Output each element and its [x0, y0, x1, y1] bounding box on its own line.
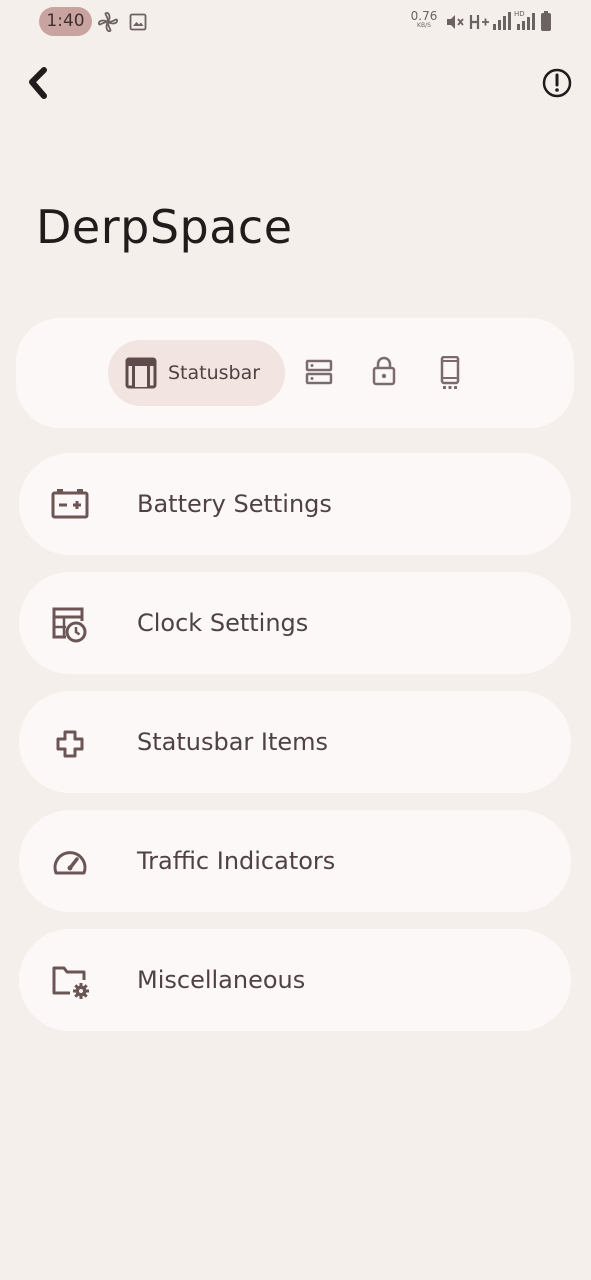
statusbar-icon — [125, 357, 157, 389]
battery-icon — [541, 11, 551, 31]
menu-item-miscellaneous[interactable]: Miscellaneous — [19, 929, 571, 1031]
lock-icon[interactable] — [372, 356, 396, 386]
menu-item-battery-settings[interactable]: Battery Settings — [19, 453, 571, 555]
menu-item-label: Miscellaneous — [137, 966, 306, 994]
menu-item-traffic-indicators[interactable]: Traffic Indicators — [19, 810, 571, 912]
menu-item-clock-settings[interactable]: Clock Settings — [19, 572, 571, 674]
hplus-icon — [469, 15, 489, 29]
mute-icon — [447, 15, 464, 29]
info-button[interactable] — [540, 66, 574, 100]
page-title: DerpSpace — [36, 200, 293, 254]
net-speed-value: 0.76 — [410, 9, 438, 23]
plus-outline-icon — [56, 730, 84, 758]
tab-statusbar[interactable]: Statusbar — [108, 340, 285, 406]
menu-item-label: Traffic Indicators — [137, 847, 336, 875]
clock-calendar-icon — [52, 607, 87, 643]
speedometer-icon — [53, 851, 87, 875]
chevron-left-icon — [29, 67, 47, 99]
hd-signal-icon: HD — [514, 10, 535, 30]
info-icon — [542, 68, 572, 98]
status-time: 1:40 — [39, 7, 92, 36]
quick-settings-icon[interactable] — [305, 358, 333, 386]
tab-statusbar-label: Statusbar — [168, 362, 261, 384]
phone-icon[interactable] — [440, 356, 460, 390]
fan-icon — [97, 11, 119, 33]
status-bar: 1:40 0.76 KB/S HD — [0, 0, 591, 44]
menu-item-label: Statusbar Items — [137, 728, 329, 756]
menu-item-label: Clock Settings — [137, 609, 309, 637]
folder-gear-icon — [52, 966, 89, 999]
image-icon — [129, 13, 147, 31]
net-speed-indicator: 0.76 KB/S — [409, 10, 439, 29]
svg-text:HD: HD — [514, 10, 525, 18]
battery-plus-icon — [51, 489, 89, 519]
category-tab-bar: Statusbar — [16, 318, 574, 428]
signal-icon — [493, 12, 511, 30]
back-button[interactable] — [26, 66, 56, 100]
settings-screen: 1:40 0.76 KB/S HD DerpSpace Statusbar Ba… — [0, 0, 591, 1280]
menu-item-statusbar-items[interactable]: Statusbar Items — [19, 691, 571, 793]
menu-item-label: Battery Settings — [137, 490, 332, 518]
net-speed-unit: KB/S — [417, 22, 431, 29]
